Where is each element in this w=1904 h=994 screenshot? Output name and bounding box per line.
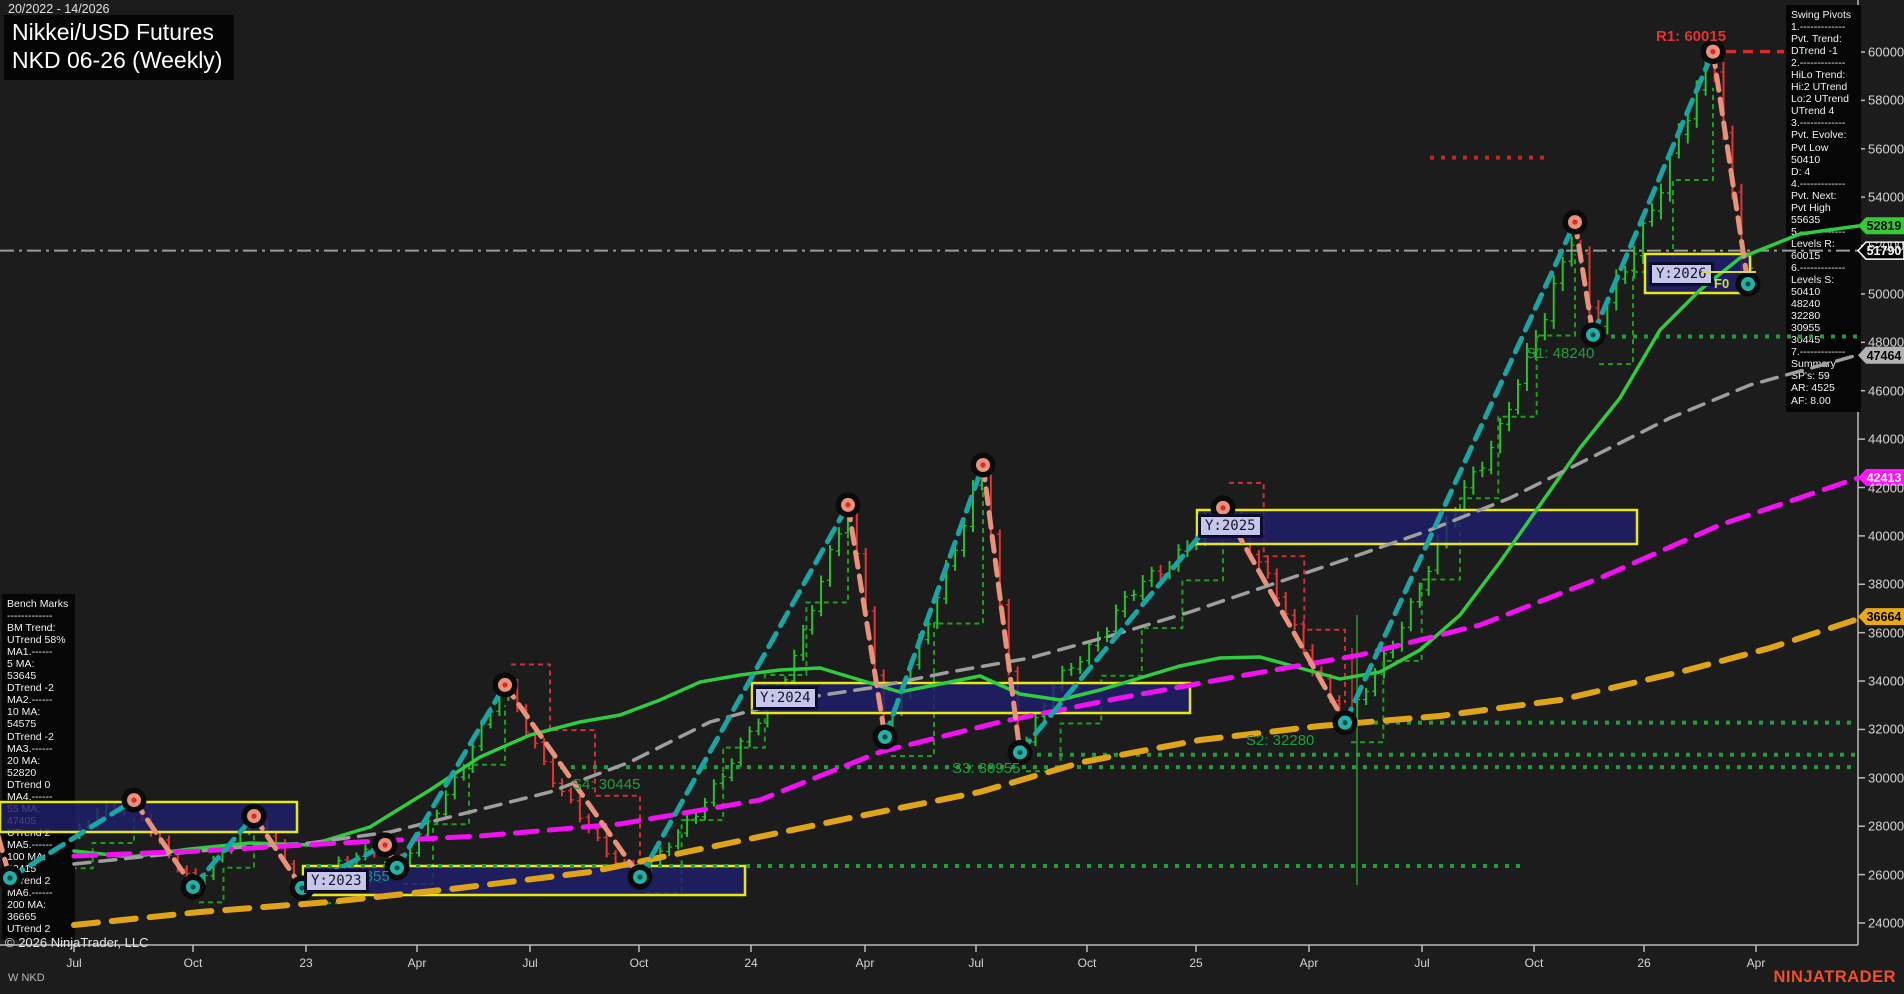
pivot-high-marker — [1700, 39, 1726, 65]
pivot-low-marker — [1332, 710, 1358, 736]
pivot-low-marker — [1735, 271, 1761, 297]
pivot-low-marker — [872, 724, 898, 750]
svg-text:42413: 42413 — [1867, 471, 1902, 485]
svg-text:52819: 52819 — [1867, 219, 1902, 233]
pivot-high-marker — [1210, 495, 1236, 521]
moving-average-55ma — [72, 353, 1860, 866]
overlay-canvas: 52819 51790 47464 42413 36664 — [0, 39, 1904, 928]
pivot-low-marker — [0, 865, 23, 891]
pivot-high-marker — [1562, 209, 1588, 235]
price-axis-badge: 52819 — [1858, 217, 1904, 235]
year-range-box — [1195, 508, 1639, 546]
pivot-low-marker — [1580, 322, 1606, 348]
swing-line — [1572, 219, 1596, 338]
pivot-high-marker — [372, 832, 398, 858]
svg-text:51790: 51790 — [1867, 244, 1902, 258]
pivot-low-marker — [1007, 739, 1033, 765]
year-range-box — [1643, 252, 1752, 295]
chart-window: Bench Marks ------------- BM Trend: UTrend … — [0, 0, 1904, 994]
year-range-box — [301, 864, 747, 897]
swing-line — [1710, 49, 1751, 287]
price-axis-badge: 47464 — [1858, 346, 1904, 364]
price-axis-badge: 36664 — [1858, 608, 1904, 626]
pivot-high-marker — [241, 803, 267, 829]
swing-line — [1017, 505, 1226, 755]
pivot-low-marker — [289, 875, 315, 901]
swing-line — [394, 682, 508, 871]
price-axis-badge: 42413 — [1858, 469, 1904, 487]
swing-line — [1342, 219, 1578, 726]
pivot-low-marker — [384, 855, 410, 881]
pivot-high-marker — [121, 787, 147, 813]
pivot-high-marker — [970, 452, 996, 478]
price-axis-badge: 51790 — [1856, 241, 1904, 260]
pivot-low-marker — [627, 864, 653, 890]
pivot-high-marker — [835, 492, 861, 518]
svg-text:36664: 36664 — [1867, 610, 1902, 624]
pivot-high-marker — [492, 672, 518, 698]
pivot-low-marker — [180, 874, 206, 900]
svg-text:47464: 47464 — [1867, 349, 1902, 363]
